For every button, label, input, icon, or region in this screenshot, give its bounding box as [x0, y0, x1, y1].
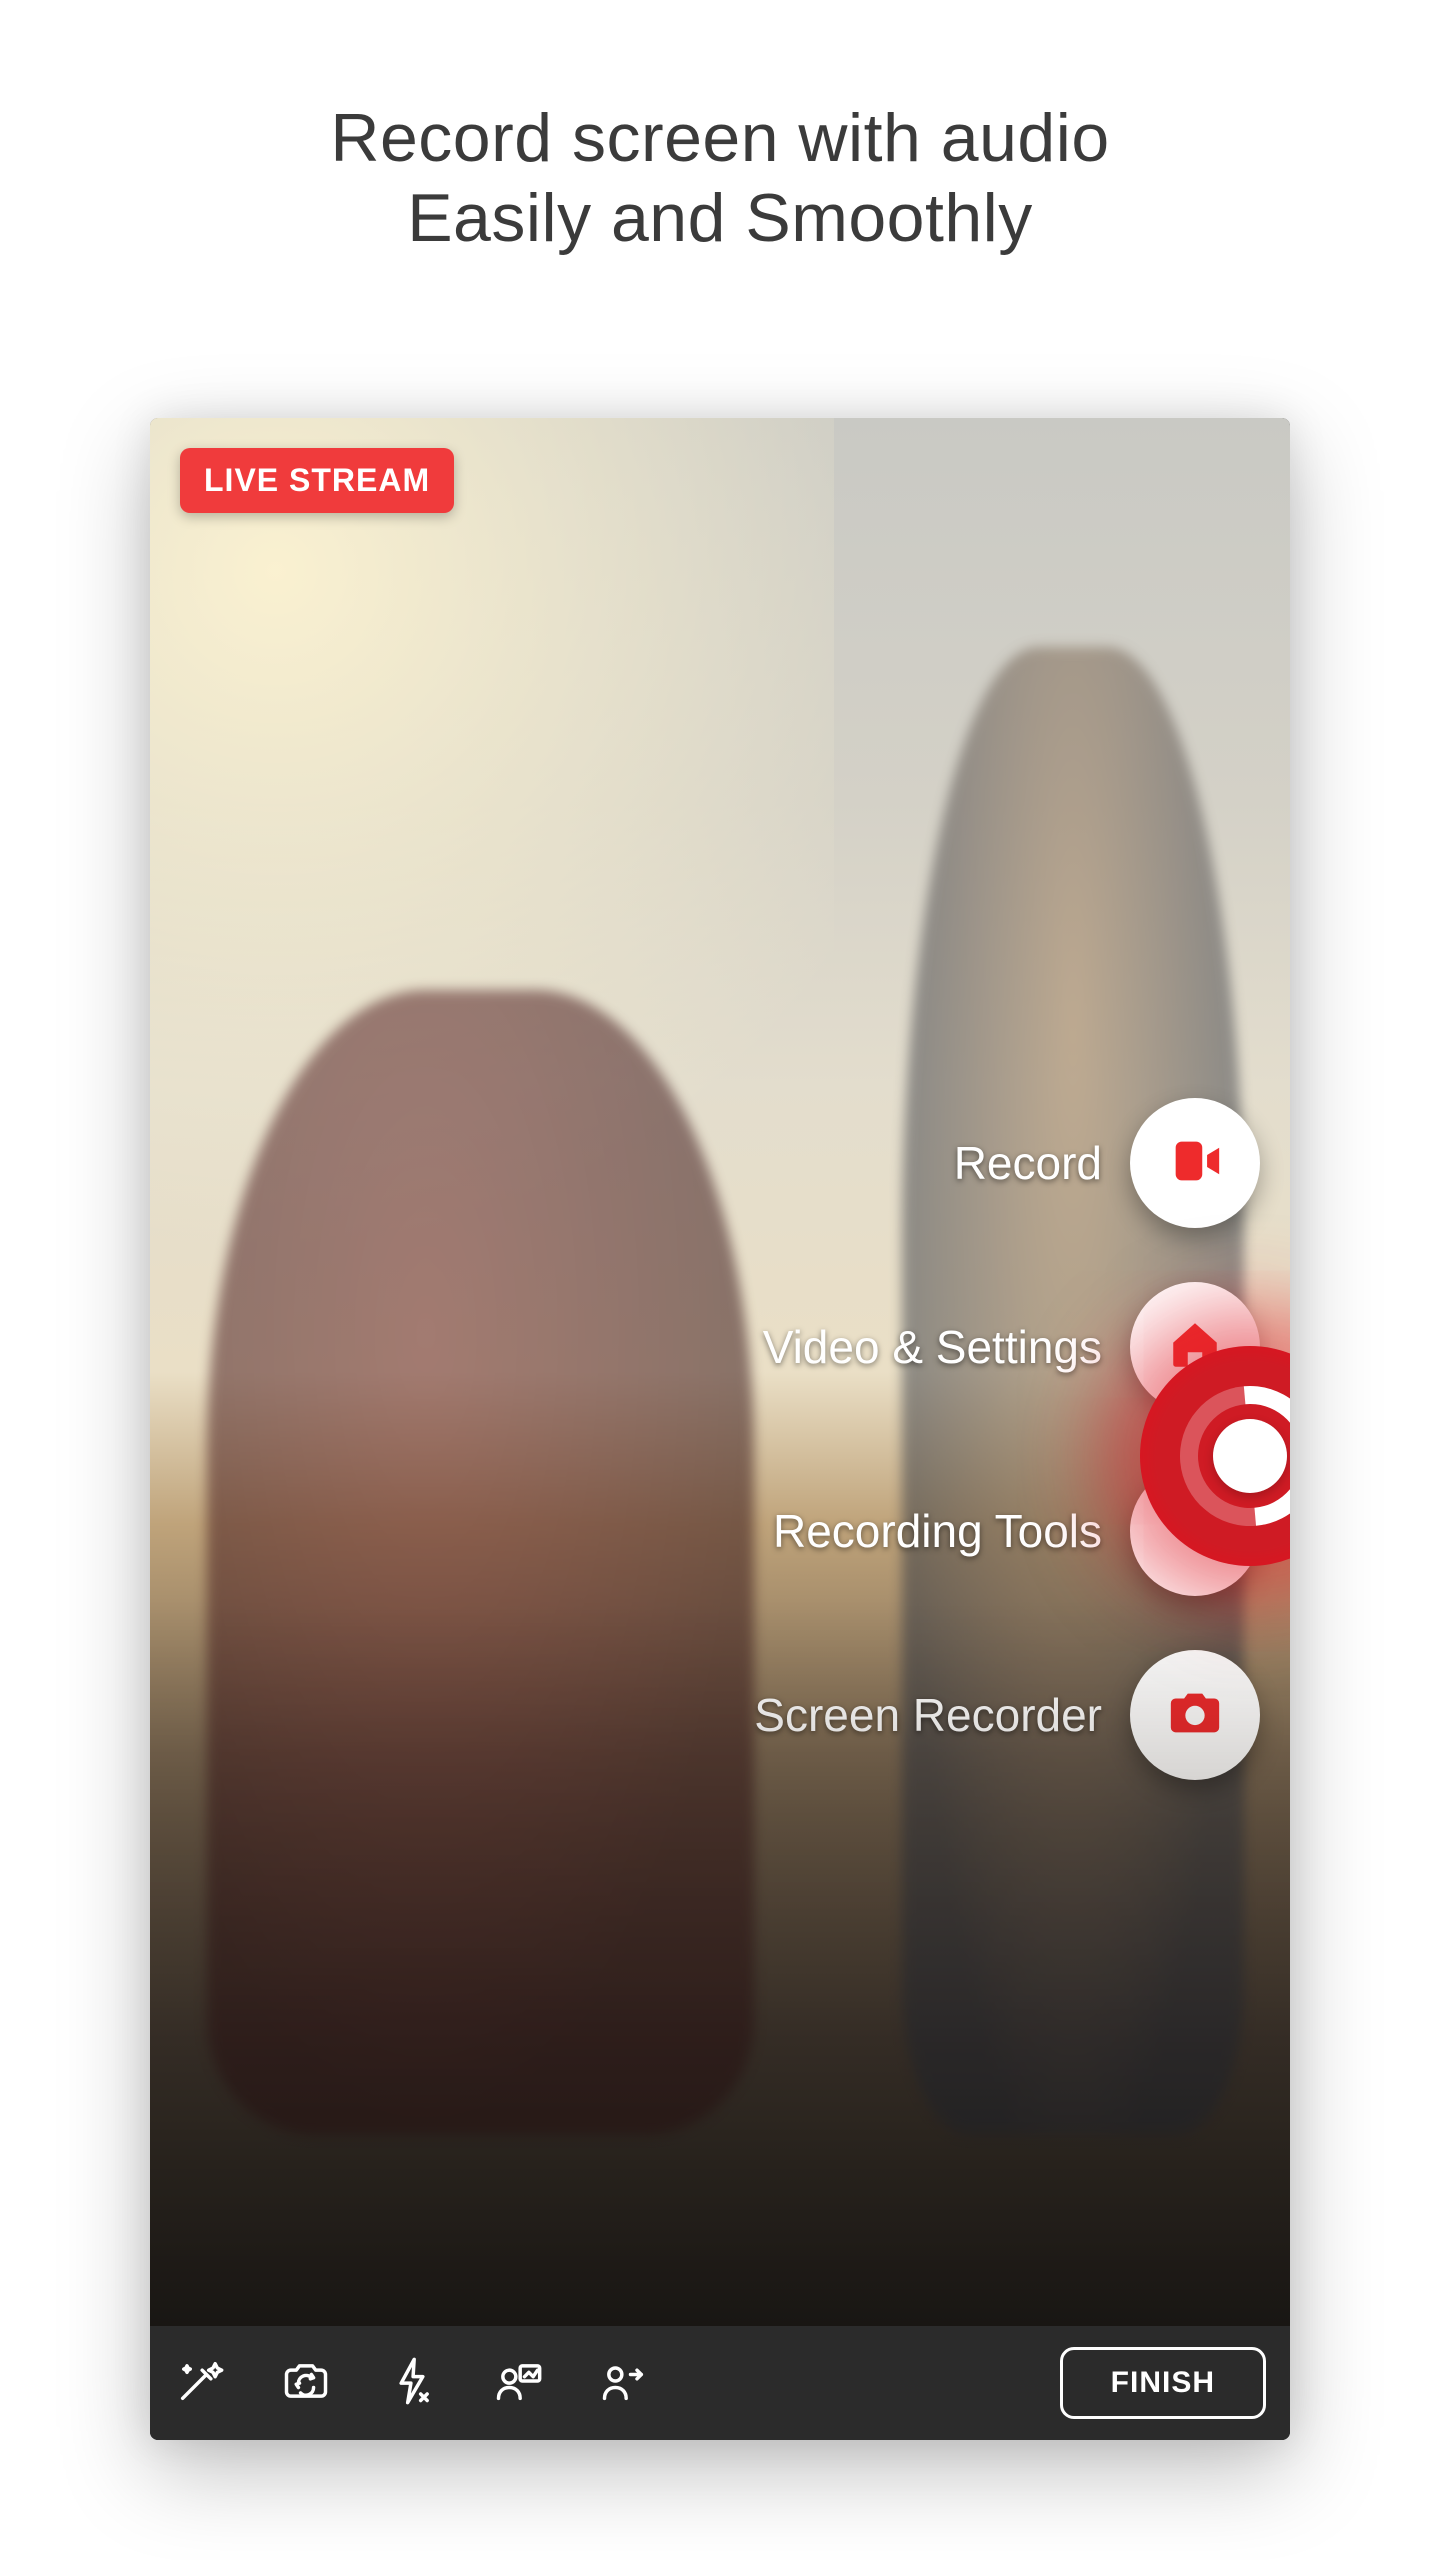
person-frame-icon [492, 2355, 544, 2412]
share-person-button[interactable] [598, 2357, 650, 2409]
magic-wand-icon [174, 2355, 226, 2412]
toolbar-icons [174, 2357, 1050, 2409]
photo-subject-man [207, 990, 754, 2135]
effects-button[interactable] [174, 2357, 226, 2409]
float-label-record: Record [954, 1136, 1102, 1190]
record-button[interactable] [1130, 1098, 1260, 1228]
finish-button[interactable]: FINISH [1060, 2347, 1266, 2419]
float-row-record: Record [754, 1098, 1260, 1228]
flash-button[interactable] [386, 2357, 438, 2409]
bottom-toolbar: FINISH [150, 2326, 1290, 2440]
headline-line-2: Easily and Smoothly [0, 178, 1440, 258]
flash-off-icon [386, 2355, 438, 2412]
phone-screenshot: LIVE STREAM Record Video & Settings [150, 418, 1290, 2440]
camera-icon [1166, 1684, 1224, 1747]
float-label-screenrecorder: Screen Recorder [754, 1688, 1102, 1742]
switch-camera-button[interactable] [280, 2357, 332, 2409]
promo-headline: Record screen with audio Easily and Smoo… [0, 98, 1440, 258]
float-row-screenrecorder: Screen Recorder [754, 1650, 1260, 1780]
live-stream-badge[interactable]: LIVE STREAM [180, 448, 454, 513]
float-label-settings: Video & Settings [763, 1320, 1102, 1374]
camera-switch-icon [280, 2355, 332, 2412]
camera-preview-backdrop: LIVE STREAM Record Video & Settings [150, 418, 1290, 2326]
float-label-tools: Recording Tools [773, 1504, 1102, 1558]
headline-line-1: Record screen with audio [0, 98, 1440, 178]
face-frame-button[interactable] [492, 2357, 544, 2409]
person-share-icon [598, 2355, 650, 2412]
video-camera-icon [1166, 1132, 1224, 1195]
screen-recorder-button[interactable] [1130, 1650, 1260, 1780]
